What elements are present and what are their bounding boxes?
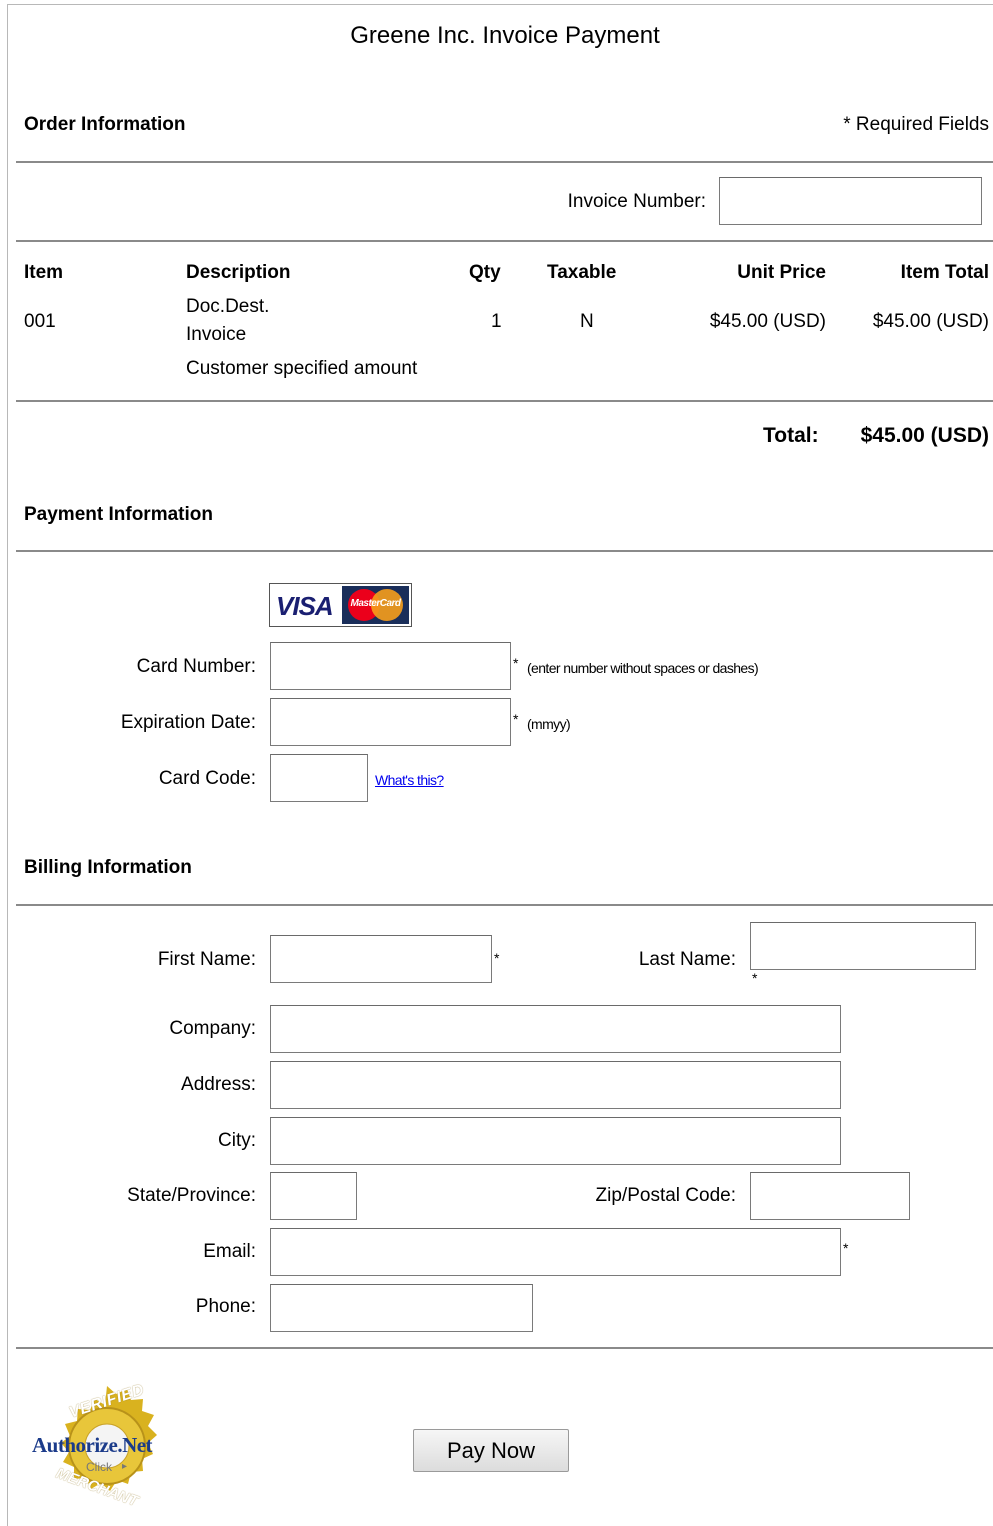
required-star: * — [843, 1240, 849, 1256]
city-label: City: — [218, 1130, 256, 1151]
expiration-date-input[interactable] — [270, 698, 511, 746]
state-province-label: State/Province: — [127, 1185, 256, 1206]
zip-postal-code-label: Zip/Postal Code: — [595, 1185, 736, 1206]
total-value: $45.00 (USD) — [860, 424, 989, 447]
city-input[interactable] — [270, 1117, 841, 1165]
company-input[interactable] — [270, 1005, 841, 1053]
zip-postal-code-input[interactable] — [750, 1172, 910, 1220]
divider — [16, 904, 993, 906]
row-qty: 1 — [491, 311, 502, 332]
page-title: Greene Inc. Invoice Payment — [350, 22, 660, 49]
last-name-input[interactable] — [750, 922, 976, 970]
card-code-label: Card Code: — [158, 768, 256, 789]
required-star: * — [513, 655, 519, 671]
divider — [16, 400, 993, 402]
row-taxable: N — [580, 311, 594, 332]
row-item: 001 — [24, 311, 56, 332]
row-note: Customer specified amount — [186, 358, 418, 379]
last-name-label: Last Name: — [638, 949, 736, 970]
column-header-description: Description — [186, 262, 291, 283]
card-number-label: Card Number: — [136, 656, 256, 677]
address-label: Address: — [181, 1074, 256, 1095]
row-unit-price: $45.00 (USD) — [709, 311, 826, 332]
divider — [16, 1347, 993, 1349]
column-header-item: Item — [24, 262, 64, 283]
company-label: Company: — [169, 1018, 256, 1039]
state-province-input[interactable] — [270, 1172, 357, 1220]
card-code-input[interactable] — [270, 754, 368, 802]
first-name-input[interactable] — [270, 935, 492, 983]
email-label: Email: — [203, 1241, 256, 1262]
first-name-label: First Name: — [157, 949, 256, 970]
card-number-input[interactable] — [270, 642, 511, 690]
total-label: Total: — [763, 424, 819, 447]
column-header-qty: Qty — [469, 262, 501, 283]
required-fields-note: * Required Fields — [843, 114, 989, 135]
expiration-date-hint: (mmyy) — [527, 716, 571, 732]
row-description-line2: Invoice — [186, 324, 247, 345]
address-input[interactable] — [270, 1061, 841, 1109]
billing-information-heading: Billing Information — [24, 857, 192, 878]
pay-now-button[interactable]: Pay Now — [413, 1429, 569, 1472]
row-description-line1: Doc.Dest. — [186, 296, 270, 317]
visa-logo: VISA — [273, 587, 341, 623]
expiration-date-label: Expiration Date: — [120, 712, 256, 733]
required-star: * — [494, 950, 500, 966]
mastercard-logo: MasterCard — [342, 586, 409, 624]
required-star: * — [513, 711, 519, 727]
seal-brand-text: Authorize.Net — [32, 1433, 153, 1457]
column-header-unit-price: Unit Price — [737, 262, 826, 283]
payment-information-heading: Payment Information — [24, 504, 213, 525]
phone-input[interactable] — [270, 1284, 533, 1332]
whats-this-link[interactable]: What's this? — [375, 772, 444, 788]
authorize-net-verified-seal[interactable]: VERIFIED Authorize.Net Click ▸ MERCHANT — [30, 1381, 185, 1510]
phone-label: Phone: — [195, 1296, 256, 1317]
email-input[interactable] — [270, 1228, 841, 1276]
divider — [16, 240, 993, 242]
seal-click-text: Click — [86, 1460, 112, 1474]
divider — [16, 161, 993, 163]
column-header-item-total: Item Total — [900, 262, 989, 283]
required-star: * — [752, 970, 758, 986]
row-item-total: $45.00 (USD) — [872, 311, 989, 332]
card-number-hint: (enter number without spaces or dashes) — [527, 660, 759, 676]
play-arrow-icon: ▸ — [122, 1461, 128, 1472]
accepted-cards-logo: VISA MasterCard — [269, 583, 412, 627]
invoice-number-input[interactable] — [719, 177, 982, 225]
invoice-number-label: Invoice Number: — [567, 191, 706, 212]
order-information-heading: Order Information — [24, 114, 186, 135]
divider — [16, 550, 993, 552]
column-header-taxable: Taxable — [547, 262, 617, 283]
